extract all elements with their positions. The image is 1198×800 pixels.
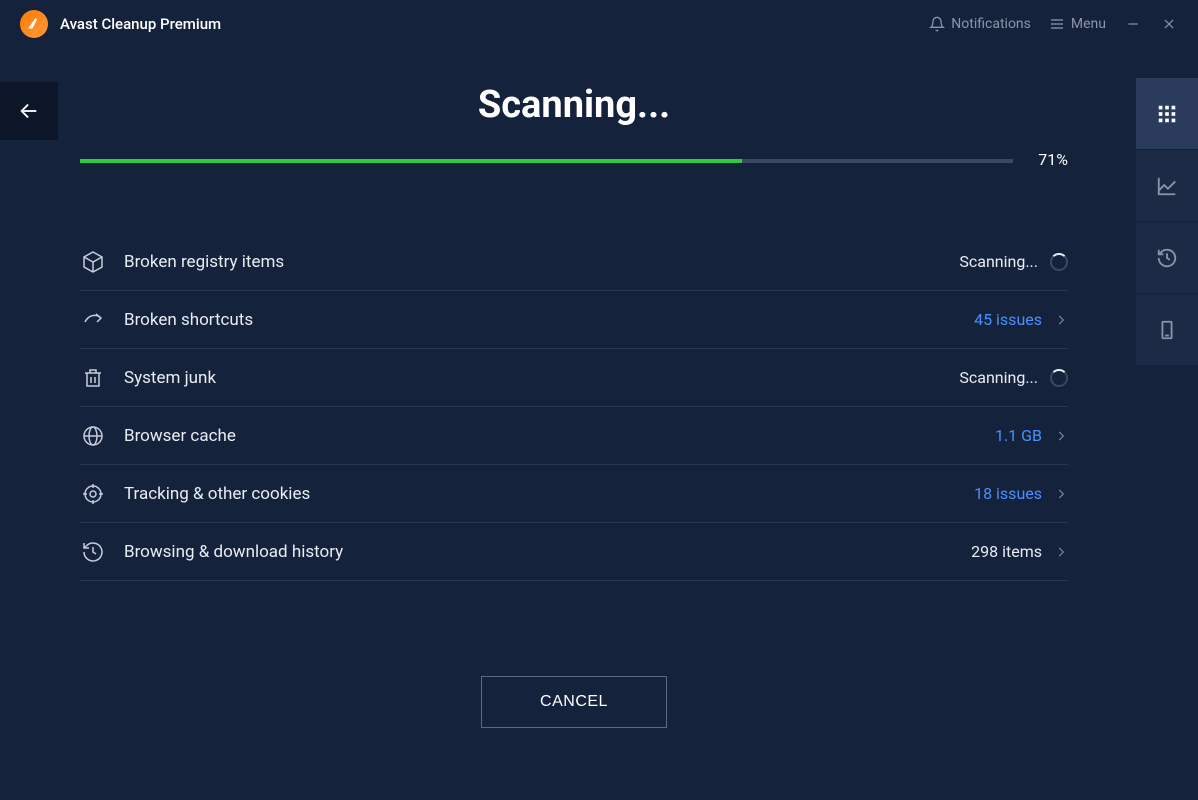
globe-icon [80,423,106,449]
scan-status: 45 issues [974,310,1068,329]
scan-row-browsing-history[interactable]: Browsing & download history 298 items [80,523,1068,581]
scan-row-system-junk[interactable]: System junk Scanning... [80,349,1068,407]
chevron-right-icon [1054,313,1068,327]
sidebar-item-stats[interactable] [1136,150,1198,222]
menu-icon [1049,16,1065,32]
progress-container: 71% [80,159,1068,163]
progress-track [80,159,1013,163]
notifications-label: Notifications [951,16,1031,32]
scan-row-browser-cache[interactable]: Browser cache 1.1 GB [80,407,1068,465]
scan-label: Browsing & download history [124,542,953,562]
target-icon [80,481,106,507]
chart-icon [1156,175,1178,197]
close-icon [1162,17,1176,31]
scan-status: 18 issues [974,484,1068,503]
history-icon [1156,247,1178,269]
scan-label: System junk [124,368,941,388]
back-button[interactable] [0,82,58,140]
share-icon [80,307,106,333]
minimize-button[interactable] [1124,15,1142,33]
app-title: Avast Cleanup Premium [60,15,221,33]
grid-icon [1156,103,1178,125]
history-icon [80,539,106,565]
chevron-right-icon [1054,429,1068,443]
scan-label: Browser cache [124,426,977,446]
scan-row-broken-registry[interactable]: Broken registry items Scanning... [80,233,1068,291]
chevron-right-icon [1054,545,1068,559]
titlebar: Avast Cleanup Premium Notifications Menu [0,0,1198,48]
close-button[interactable] [1160,15,1178,33]
main-content: Scanning... 71% Broken registry items Sc… [80,83,1118,728]
scan-row-broken-shortcuts[interactable]: Broken shortcuts 45 issues [80,291,1068,349]
trash-icon [80,365,106,391]
arrow-left-icon [18,100,40,122]
sidebar [1136,78,1198,366]
scan-status: 298 items [971,542,1068,561]
scan-status: 1.1 GB [995,426,1068,445]
cancel-button[interactable]: CANCEL [481,676,667,728]
progress-percent: 71% [1038,150,1068,169]
scan-label: Broken registry items [124,252,941,272]
cancel-container: CANCEL [80,676,1068,728]
scan-status: Scanning... [959,368,1068,387]
minimize-icon [1126,17,1140,31]
chevron-right-icon [1054,487,1068,501]
scan-list: Broken registry items Scanning... Broken… [80,233,1068,581]
progress-fill [80,159,742,163]
sidebar-item-dashboard[interactable] [1136,78,1198,150]
titlebar-right: Notifications Menu [929,15,1178,33]
menu-button[interactable]: Menu [1049,16,1106,32]
page-title: Scanning... [80,83,1068,127]
cube-icon [80,249,106,275]
scan-label: Tracking & other cookies [124,484,956,504]
notifications-button[interactable]: Notifications [929,16,1031,32]
bell-icon [929,16,945,32]
scan-status: Scanning... [959,252,1068,271]
phone-icon [1156,319,1178,341]
scan-label: Broken shortcuts [124,310,956,330]
app-logo [20,10,48,38]
menu-label: Menu [1071,16,1106,32]
sidebar-item-history[interactable] [1136,222,1198,294]
spinner-icon [1050,369,1068,387]
sidebar-item-device[interactable] [1136,294,1198,366]
titlebar-left: Avast Cleanup Premium [20,10,221,38]
scan-row-tracking-cookies[interactable]: Tracking & other cookies 18 issues [80,465,1068,523]
spinner-icon [1050,253,1068,271]
